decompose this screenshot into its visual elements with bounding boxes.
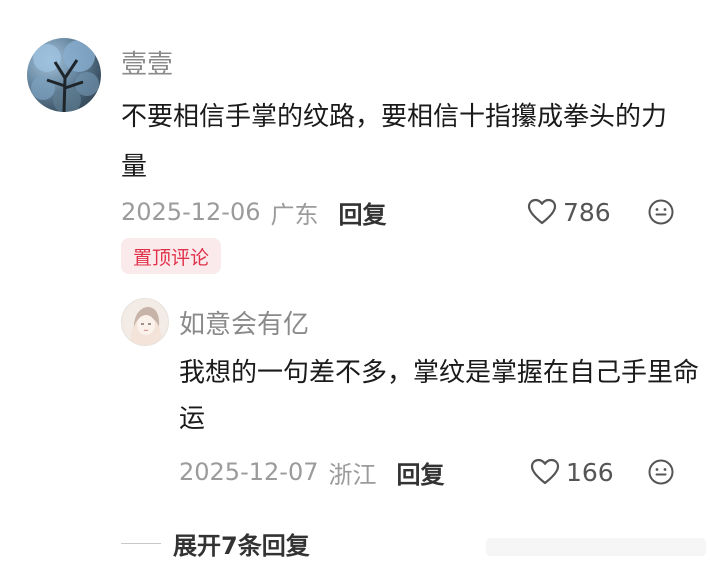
reply-like-count: 166 [566, 457, 614, 487]
heart-outline-icon [527, 198, 557, 225]
expand-replies-label: 展开7条回复 [173, 531, 310, 560]
watermark [486, 532, 706, 562]
comment-date: 2025-12-06 [121, 198, 261, 226]
anime-girl-avatar-image [130, 307, 162, 345]
like-count: 786 [563, 197, 611, 227]
reply-emoji-button[interactable] [647, 458, 675, 490]
reply-like-button[interactable]: 166 [530, 455, 614, 489]
reply-button[interactable]: 回复 [338, 195, 386, 230]
tree-avatar-image [31, 40, 99, 112]
comment-username[interactable]: 壹壹 [121, 44, 173, 81]
expand-divider [121, 542, 161, 544]
emoji-smile-icon [648, 199, 674, 225]
reply-date: 2025-12-07 [179, 458, 319, 486]
reply-meta: 2025-12-07 浙江 回复 [179, 454, 444, 490]
heart-outline-icon [530, 458, 560, 485]
pinned-badge: 置顶评论 [121, 238, 222, 274]
like-button[interactable]: 786 [527, 195, 611, 229]
emoji-smile-icon [648, 459, 674, 485]
reply-reply-button[interactable]: 回复 [396, 455, 444, 490]
expand-replies-button[interactable]: 展开7条回复 [121, 526, 310, 560]
avatar[interactable] [27, 38, 101, 112]
comment-meta: 2025-12-06 广东 回复 [121, 194, 386, 230]
reply-avatar[interactable] [121, 298, 169, 346]
reply-region: 浙江 [328, 460, 377, 489]
emoji-button[interactable] [647, 198, 675, 230]
comment-region: 广东 [270, 200, 319, 229]
reply-text: 我想的一句差不多，掌纹是掌握在自己手里命运 [179, 358, 700, 434]
comment-text: 不要相信手掌的纹路，要相信十指攥成拳头的力量 [121, 102, 668, 182]
reply-username[interactable]: 如意会有亿 [179, 304, 309, 341]
